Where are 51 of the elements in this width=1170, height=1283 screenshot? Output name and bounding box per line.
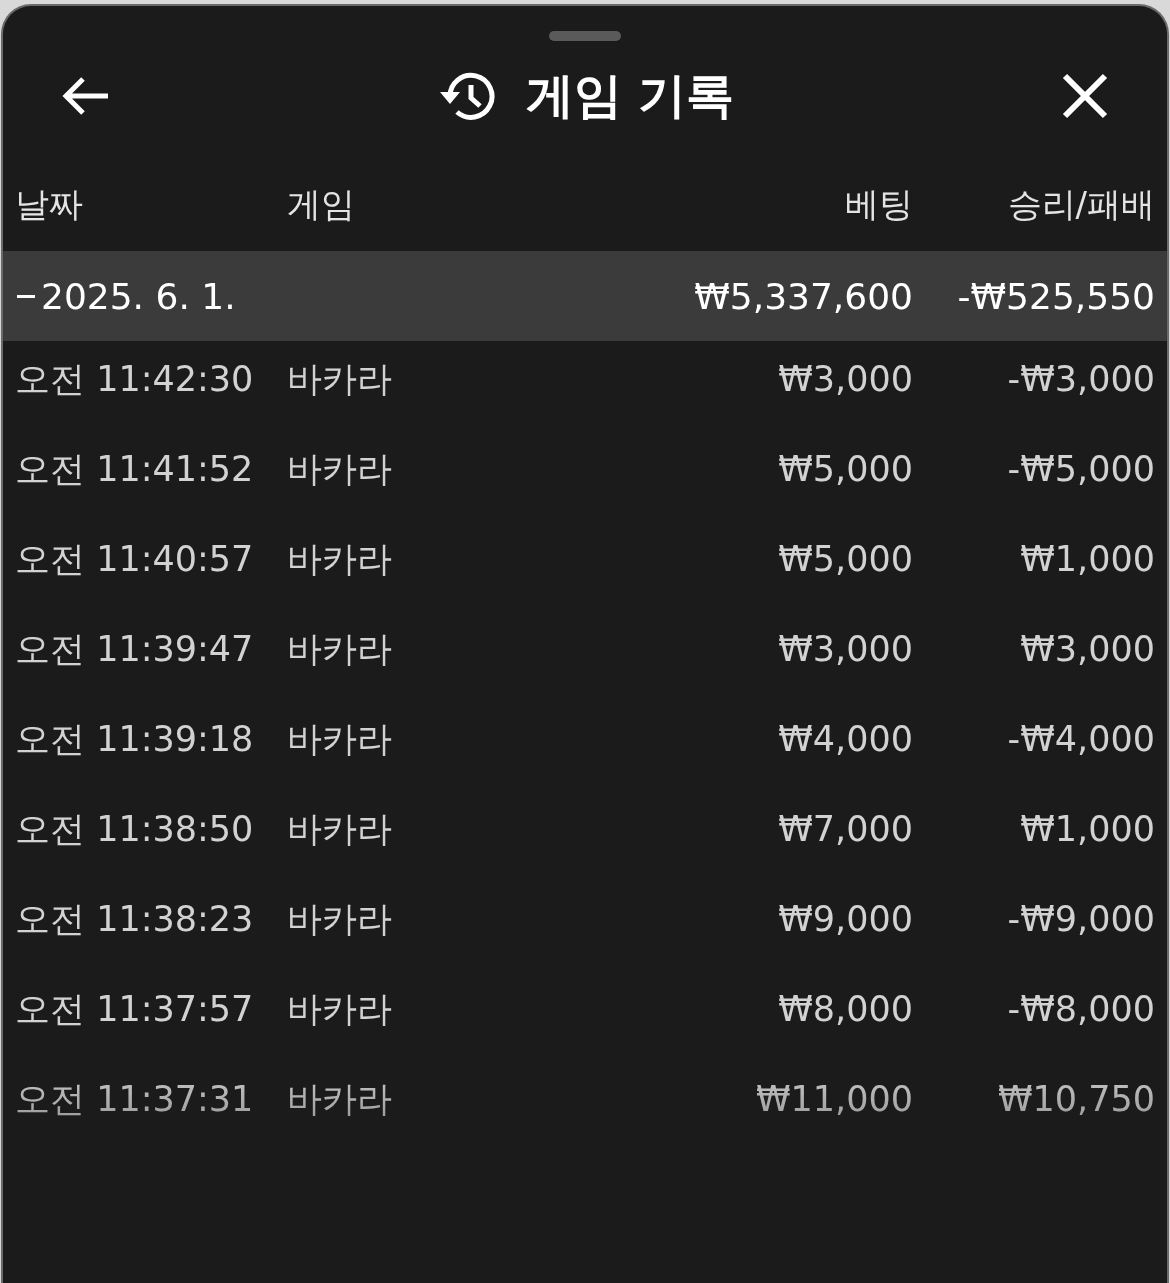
time-cell-text: 오전 11:39:18 — [15, 717, 255, 761]
game-cell-text: 바카라 — [287, 447, 393, 491]
column-header: 게임 — [287, 183, 356, 226]
back-button[interactable] — [61, 76, 111, 116]
game-cell-text: 바카라 — [287, 357, 393, 401]
bet-cell-text: ₩11,000 — [754, 1079, 913, 1119]
drag-handle[interactable] — [549, 31, 621, 41]
bet-cell-text: ₩8,000 — [777, 989, 913, 1029]
bet-cell-text: ₩7,000 — [777, 809, 913, 849]
date-group-row[interactable]: 2025. 6. 1. ₩5,337,600 -₩525,550 — [3, 251, 1167, 341]
group-date: 2025. 6. 1. — [41, 275, 236, 317]
time-cell-text: 오전 11:37:57 — [15, 987, 255, 1031]
game-cell-text: 바카라 — [287, 987, 393, 1031]
result-cell-text: ₩3,000 — [1019, 629, 1155, 669]
time-cell-text: 오전 11:38:23 — [15, 897, 255, 941]
bet-cell-text: ₩3,000 — [777, 629, 913, 669]
column-header: 승리/패배 — [1006, 183, 1155, 226]
game-cell-text: 바카라 — [287, 627, 393, 671]
bet-cell-text: ₩5,000 — [777, 449, 913, 489]
time-cell-text: 오전 11:41:52 — [15, 447, 255, 491]
column-header: 날짜 — [15, 183, 84, 226]
history-icon — [437, 70, 496, 122]
time-cell-text: 오전 11:42:30 — [15, 357, 255, 401]
game-cell-text: 바카라 — [287, 807, 393, 851]
game-cell-text: 바카라 — [287, 897, 393, 941]
result-cell-text: ₩10,750 — [996, 1079, 1155, 1119]
result-cell-text: -₩8,000 — [1006, 989, 1155, 1029]
result-cell-text: -₩5,000 — [1006, 449, 1155, 489]
game-cell-text: 바카라 — [287, 717, 393, 761]
bet-cell-text: ₩5,000 — [777, 539, 913, 579]
time-cell-text: 오전 11:37:31 — [15, 1077, 255, 1121]
close-icon — [1061, 72, 1109, 120]
result-cell-text: -₩3,000 — [1006, 359, 1155, 399]
time-cell-text: 오전 11:38:50 — [15, 807, 255, 851]
result-cell-text: ₩1,000 — [1019, 539, 1155, 579]
window-title: 게임 기록 — [525, 66, 735, 125]
bet-cell-text: ₩9,000 — [777, 899, 913, 939]
back-arrow-icon — [61, 76, 111, 116]
total-result: -₩525,550 — [956, 275, 1155, 317]
close-button[interactable] — [1061, 72, 1109, 120]
total-bet: ₩5,337,600 — [693, 275, 913, 317]
bet-cell-text: ₩4,000 — [777, 719, 913, 759]
column-header: 베팅 — [844, 183, 913, 226]
game-cell-text: 바카라 — [287, 537, 393, 581]
result-cell-text: ₩1,000 — [1019, 809, 1155, 849]
result-cell-text: -₩4,000 — [1006, 719, 1155, 759]
bet-cell-text: ₩3,000 — [777, 359, 913, 399]
time-cell-text: 오전 11:40:57 — [15, 537, 255, 581]
game-cell-text: 바카라 — [287, 1077, 393, 1121]
time-cell-text: 오전 11:39:47 — [15, 627, 255, 671]
result-cell-text: -₩9,000 — [1006, 899, 1155, 939]
